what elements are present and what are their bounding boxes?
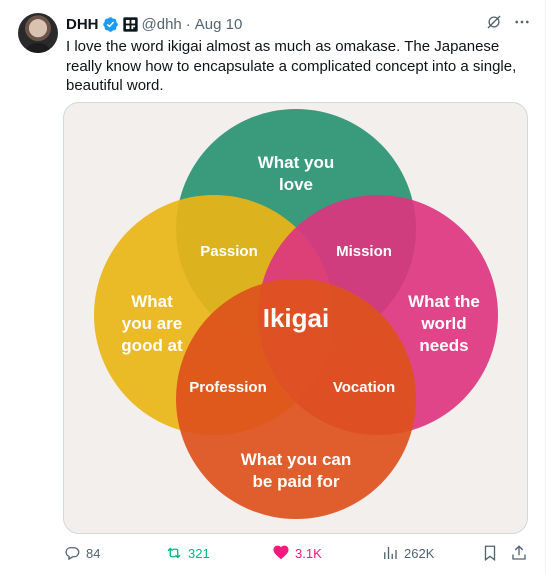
author-name[interactable]: DHH [66,16,99,33]
author-handle[interactable]: @dhh [142,16,182,33]
action-bar: 84 321 3.1K 262K [63,542,537,564]
tweet: DHH @dhh · Aug 10 I love the word ikigai… [0,0,546,574]
repost-icon [167,547,181,559]
label-mission: Mission [336,243,392,260]
verified-badge-icon[interactable] [102,16,119,33]
repost-button[interactable]: 321 [165,544,210,562]
header-actions [485,13,531,35]
reply-button[interactable]: 84 [63,544,100,562]
tweet-text: I love the word ikigai almost as much as… [66,38,517,94]
label-love-1: What you [258,153,335,172]
label-passion: Passion [200,243,258,260]
label-good-at-3: good at [121,336,183,355]
avatar[interactable] [18,13,58,53]
more-icon[interactable] [513,13,531,35]
label-paid-for-2: be paid for [253,472,340,491]
share-button[interactable] [510,544,528,562]
like-count: 3.1K [295,545,322,561]
bookmark-button[interactable] [481,544,499,562]
label-ikigai: Ikigai [263,303,329,333]
reply-count: 84 [86,545,101,561]
reply-icon [65,547,80,561]
label-world-needs-2: world [420,314,466,333]
repost-count: 321 [188,545,210,561]
label-world-needs-1: What the [408,292,480,311]
grok-icon[interactable] [485,13,503,35]
views-icon [384,547,397,559]
tweet-header: DHH @dhh · Aug 10 [66,14,531,34]
ikigai-venn-diagram: What you love What you are good at What … [94,109,498,519]
label-good-at-2: you are [122,314,182,333]
label-world-needs-3: needs [419,336,468,355]
label-paid-for-1: What you can [241,450,352,469]
views-button[interactable]: 262K [381,544,434,562]
label-good-at-1: What [131,292,173,311]
like-button[interactable]: 3.1K [272,544,322,562]
label-love-2: love [279,175,313,194]
post-date[interactable]: Aug 10 [195,16,243,33]
label-profession: Profession [189,379,267,396]
affiliate-badge-icon[interactable] [122,16,138,32]
separator: · [185,15,191,33]
bookmark-icon [484,545,496,562]
tweet-image[interactable]: What you love What you are good at What … [63,102,528,534]
label-vocation: Vocation [333,379,395,396]
view-count: 262K [404,545,435,561]
heart-icon [273,545,289,560]
share-icon [512,545,526,560]
